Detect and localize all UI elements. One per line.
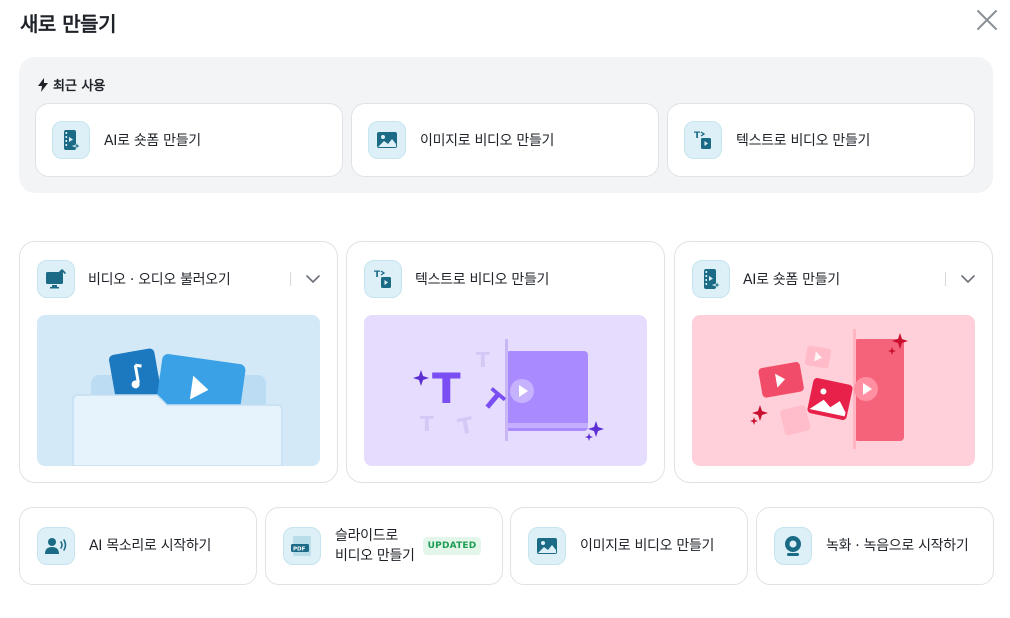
shortcut-label: 녹화 · 녹음으로 시작하기 [826, 538, 969, 554]
shortcut-label: AI 목소리로 시작하기 [89, 538, 212, 554]
import-media-icon [37, 260, 75, 298]
card-label: 비디오 · 오디오 불러오기 [88, 272, 231, 288]
ai-shortform-icon [52, 121, 90, 159]
recent-item-label: 텍스트로 비디오 만들기 [736, 133, 871, 149]
ai-shortform-illustration [692, 315, 975, 466]
close-button[interactable] [974, 7, 1000, 33]
shortcut-record[interactable]: 녹화 · 녹음으로 시작하기 [756, 507, 994, 585]
recent-item-label: 이미지로 비디오 만들기 [420, 133, 555, 149]
recent-section: 최근 사용 AI로 숏폼 만들기 이미지로 비디오 만들기 T 텍스트로 비디오… [19, 57, 993, 193]
webcam-icon [774, 527, 812, 565]
recent-item-label: AI로 숏폼 만들기 [104, 133, 201, 149]
shortcut-label-line1: 슬라이드로 [335, 528, 398, 544]
card-import-media[interactable]: 비디오 · 오디오 불러오기 [19, 241, 338, 483]
card-text-to-video[interactable]: T 텍스트로 비디오 만들기 T T T T T [346, 241, 665, 483]
divider [290, 272, 291, 286]
text-to-video-icon: T [364, 260, 402, 298]
divider [945, 272, 946, 286]
lightning-icon [38, 77, 48, 92]
card-ai-shortform[interactable]: AI로 숏폼 만들기 [674, 241, 993, 483]
image-icon [368, 121, 406, 159]
svg-text:T: T [476, 348, 490, 372]
shortcut-label: 이미지로 비디오 만들기 [580, 538, 715, 554]
svg-text:T: T [432, 364, 461, 413]
chevron-down-icon[interactable] [958, 269, 978, 289]
shortcut-slides-to-video[interactable]: PDF 슬라이드로 비디오 만들기 UPDATED [265, 507, 503, 585]
chevron-down-icon[interactable] [303, 269, 323, 289]
recent-item-image-to-video[interactable]: 이미지로 비디오 만들기 [351, 103, 659, 177]
pdf-icon: PDF [283, 527, 321, 565]
close-icon [977, 10, 997, 30]
card-label: 텍스트로 비디오 만들기 [415, 272, 550, 288]
recent-heading-label: 최근 사용 [53, 79, 106, 94]
ai-shortform-icon [692, 260, 730, 298]
updated-badge: UPDATED [422, 537, 482, 555]
recent-item-text-to-video[interactable]: T 텍스트로 비디오 만들기 [667, 103, 975, 177]
svg-text:T: T [476, 384, 509, 419]
text-to-video-illustration: T T T T T [364, 315, 647, 466]
import-media-illustration [37, 315, 320, 466]
svg-text:T: T [456, 413, 476, 441]
dialog-title: 새로 만들기 [20, 12, 116, 36]
recent-item-ai-shortform[interactable]: AI로 숏폼 만들기 [35, 103, 343, 177]
shortcut-label-line2: 비디오 만들기 [335, 548, 415, 564]
svg-text:PDF: PDF [293, 547, 306, 553]
svg-text:T: T [694, 131, 701, 141]
recent-heading: 최근 사용 [37, 75, 105, 94]
svg-text:T: T [374, 270, 381, 280]
shortcut-image-to-video[interactable]: 이미지로 비디오 만들기 [510, 507, 748, 585]
shortcut-label: 슬라이드로 비디오 만들기 [335, 526, 415, 566]
svg-text:T: T [420, 412, 434, 436]
text-to-video-icon: T [684, 121, 722, 159]
image-icon [528, 527, 566, 565]
voice-icon [37, 527, 75, 565]
card-label: AI로 숏폼 만들기 [743, 272, 840, 288]
shortcut-ai-voice[interactable]: AI 목소리로 시작하기 [19, 507, 257, 585]
